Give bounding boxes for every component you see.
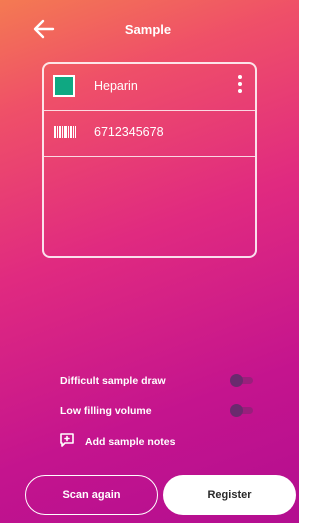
add-notes-label: Add sample notes <box>85 436 176 448</box>
color-swatch-icon <box>53 75 75 97</box>
barcode-row: 6712345678 <box>44 110 255 157</box>
page-title: Sample <box>124 22 172 37</box>
add-notes-button[interactable]: Add sample notes <box>59 432 239 452</box>
header: Sample <box>0 0 296 56</box>
add-note-icon <box>60 433 74 447</box>
tube-row[interactable]: Heparin <box>44 64 255 111</box>
scan-again-label: Scan again <box>62 489 121 501</box>
low-volume-row: Low filling volume <box>60 402 260 422</box>
low-volume-toggle[interactable] <box>230 404 254 417</box>
scan-again-button[interactable]: Scan again <box>25 475 158 515</box>
difficult-draw-toggle[interactable] <box>230 374 254 387</box>
barcode-number: 6712345678 <box>94 125 164 139</box>
register-label: Register <box>207 489 252 501</box>
difficult-draw-row: Difficult sample draw <box>60 372 260 392</box>
sample-card: Heparin 6712345678 <box>42 62 257 258</box>
more-vertical-icon[interactable] <box>237 75 243 97</box>
barcode-icon <box>54 126 76 138</box>
difficult-draw-label: Difficult sample draw <box>60 375 166 387</box>
register-button[interactable]: Register <box>163 475 296 515</box>
sample-screen: Sample Heparin 6712345678 Difficult samp… <box>0 0 299 523</box>
low-volume-label: Low filling volume <box>60 405 152 417</box>
tube-type-label: Heparin <box>94 79 138 93</box>
